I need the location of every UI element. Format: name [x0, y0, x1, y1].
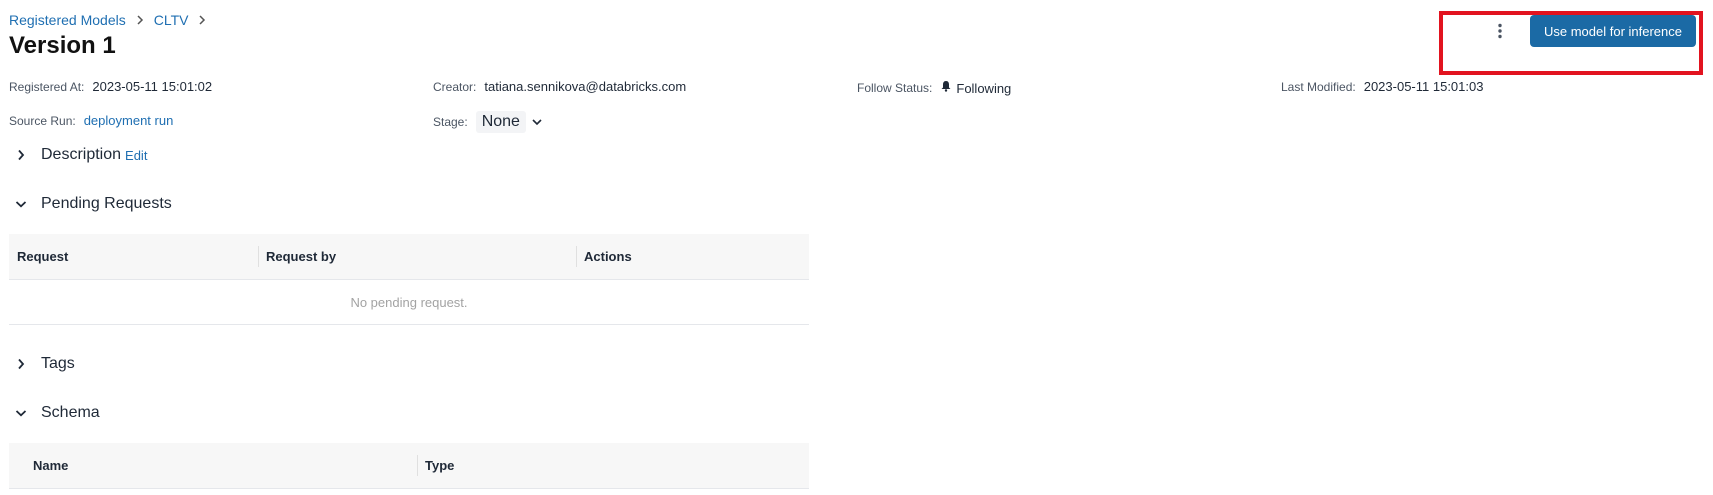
schema-table: Name Type [9, 443, 809, 489]
meta-label: Follow Status: [857, 81, 933, 95]
column-header-actions: Actions [576, 234, 809, 279]
stage-select[interactable]: None [475, 111, 526, 133]
table-header: Request Request by Actions [9, 234, 809, 280]
meta-registered-at: Registered At: 2023-05-11 15:01:02 [9, 79, 212, 94]
column-header-type: Type [417, 443, 809, 488]
column-header-request: Request [17, 249, 69, 264]
breadcrumb-cltv[interactable]: CLTV [154, 12, 189, 28]
meta-label: Creator: [433, 79, 477, 94]
section-tags: Tags [13, 355, 75, 373]
meta-creator: Creator: tatiana.sennikova@databricks.co… [433, 79, 686, 94]
bell-icon[interactable] [940, 79, 952, 97]
meta-label: Registered At: [9, 79, 85, 94]
stage-value: None [481, 113, 520, 130]
meta-value[interactable]: Following [956, 81, 1011, 96]
chevron-right-icon[interactable] [13, 356, 29, 372]
meta-value: 2023-05-11 15:01:03 [1363, 79, 1484, 94]
page-title: Version 1 [9, 32, 116, 59]
use-model-for-inference-button[interactable]: Use model for inference [1529, 15, 1696, 47]
meta-last-modified: Last Modified: 2023-05-11 15:01:03 [1281, 79, 1483, 94]
section-pending-requests: Pending Requests [13, 195, 172, 213]
pending-requests-table: Request Request by Actions No pending re… [9, 234, 809, 325]
header-actions: Use model for inference [1486, 15, 1696, 47]
section-title: Schema [41, 404, 100, 421]
meta-stage: Stage: None [433, 111, 542, 133]
meta-label: Source Run: [9, 113, 76, 128]
meta-value: 2023-05-11 15:01:02 [92, 79, 213, 94]
meta-label: Stage: [433, 115, 468, 129]
breadcrumb-registered-models[interactable]: Registered Models [9, 12, 126, 28]
chevron-down-icon[interactable] [13, 405, 29, 421]
edit-description-link[interactable]: Edit [125, 148, 147, 163]
chevron-right-icon [198, 15, 206, 25]
empty-state: No pending request. [9, 280, 809, 325]
meta-follow-status: Follow Status: Following [857, 79, 1011, 97]
meta-label: Last Modified: [1281, 79, 1356, 94]
chevron-down-icon[interactable] [13, 196, 29, 212]
column-header-name: Name [33, 458, 69, 473]
breadcrumb: Registered Models CLTV [9, 12, 216, 28]
section-schema: Schema [13, 404, 100, 422]
chevron-right-icon [136, 15, 144, 25]
column-header-request-by: Request by [258, 234, 576, 279]
section-title: Description [41, 146, 122, 163]
table-header: Name Type [9, 443, 809, 489]
section-title: Pending Requests [41, 195, 172, 212]
section-description: Description Edit [13, 146, 147, 164]
chevron-right-icon[interactable] [13, 147, 29, 163]
vertical-dots-icon[interactable] [1486, 17, 1514, 45]
source-run-link[interactable]: deployment run [84, 113, 174, 128]
meta-value: tatiana.sennikova@databricks.com [484, 79, 687, 94]
section-title: Tags [41, 355, 75, 372]
chevron-down-icon[interactable] [532, 118, 542, 126]
meta-source-run: Source Run: deployment run [9, 113, 173, 128]
